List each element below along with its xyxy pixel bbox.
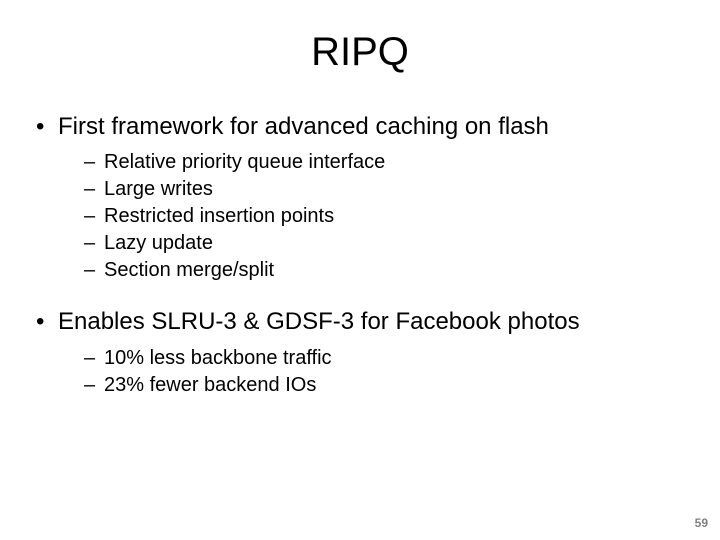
list-item-text: Relative priority queue interface (104, 151, 385, 173)
list-item-text: Restricted insertion points (104, 205, 334, 227)
page-number: 59 (695, 516, 708, 530)
list-item: 23% fewer backend IOs (84, 372, 692, 399)
list-item-text: 10% less backbone traffic (104, 347, 332, 369)
slide-title: RIPQ (28, 30, 692, 75)
list-item: 10% less backbone traffic (84, 345, 692, 372)
list-item-text: Section merge/split (104, 259, 274, 281)
list-item: Restricted insertion points (84, 203, 692, 230)
sub-bullet-list: 10% less backbone traffic 23% fewer back… (58, 345, 692, 399)
list-item: First framework for advanced caching on … (36, 111, 692, 284)
list-item-text: 23% fewer backend IOs (104, 374, 316, 396)
list-item: Enables SLRU-3 & GDSF-3 for Facebook pho… (36, 306, 692, 398)
list-item: Relative priority queue interface (84, 149, 692, 176)
sub-bullet-list: Relative priority queue interface Large … (58, 149, 692, 284)
list-item-text: Enables SLRU-3 & GDSF-3 for Facebook pho… (58, 308, 580, 335)
list-item: Large writes (84, 176, 692, 203)
bullet-list: First framework for advanced caching on … (28, 111, 692, 399)
list-item: Lazy update (84, 230, 692, 257)
list-item-text: First framework for advanced caching on … (58, 113, 549, 140)
list-item-text: Lazy update (104, 232, 213, 254)
list-item-text: Large writes (104, 178, 213, 200)
list-item: Section merge/split (84, 257, 692, 284)
